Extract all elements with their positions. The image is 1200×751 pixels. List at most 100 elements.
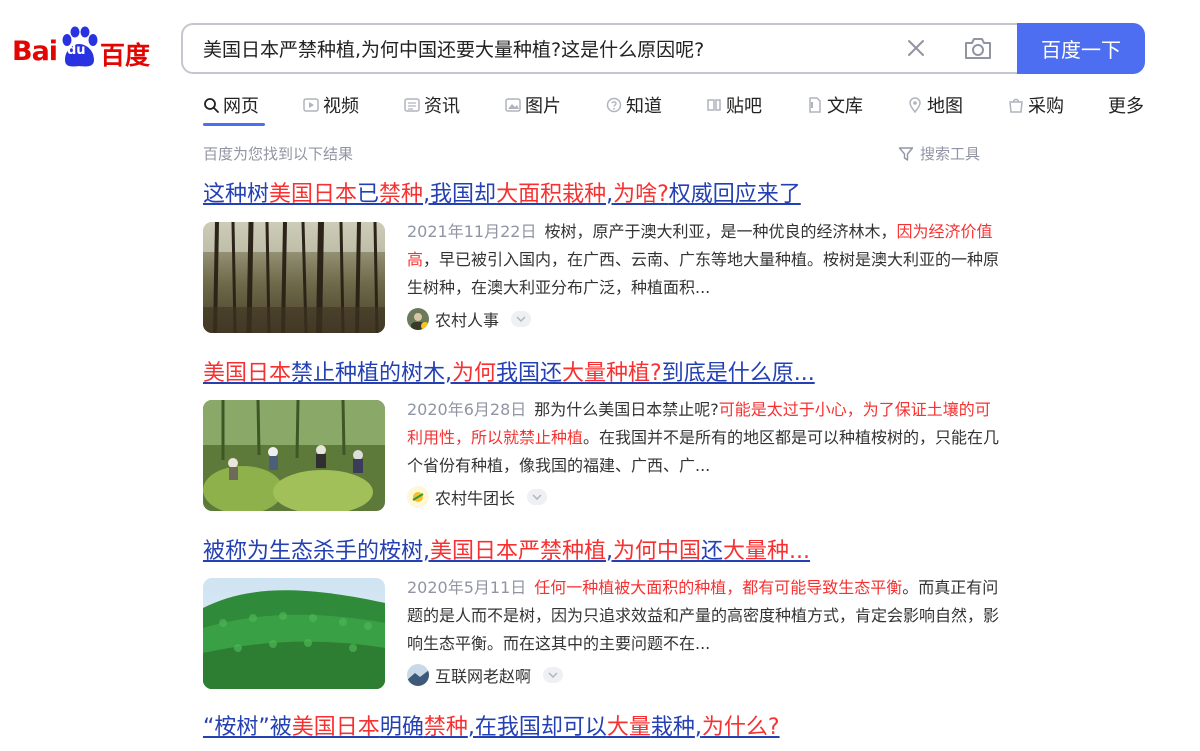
clear-icon[interactable] <box>905 37 927 59</box>
result-title-link[interactable]: 美国日本禁止种植的树木,为何我国还大量种植?到底是什么原... <box>203 359 1003 389</box>
highlighted-keyword: 为何 <box>452 361 497 386</box>
tab-video[interactable]: 视频 <box>303 90 359 120</box>
hillside-plantation-image <box>203 578 385 689</box>
highlighted-keyword: 美国日本 <box>291 715 380 740</box>
text-segment: ,在我国却可以 <box>467 715 607 740</box>
logo-text-du: du <box>67 43 86 58</box>
tab-label: 视频 <box>323 96 359 117</box>
more-options-icon[interactable] <box>511 311 532 327</box>
tab-web[interactable]: 网页 <box>203 90 259 120</box>
tab-wenku[interactable]: 文库 <box>807 90 863 120</box>
text-segment: , <box>694 715 702 740</box>
tab-label: 贴吧 <box>726 96 762 117</box>
result-thumbnail[interactable] <box>203 400 385 511</box>
result-title-link[interactable]: 这种树美国日本已禁种,我国却大面积栽种,为啥?权威回应来了 <box>203 180 1003 210</box>
tab-label: 地图 <box>927 96 963 117</box>
tab-news[interactable]: 资讯 <box>404 90 460 120</box>
tab-more[interactable]: 更多 <box>1108 90 1144 120</box>
highlighted-keyword: 为什么? <box>701 715 780 740</box>
tree-planting-image <box>203 400 385 511</box>
logo-text-bai: Bai <box>12 36 58 67</box>
result-source[interactable]: 互联网老赵啊 <box>407 663 564 687</box>
text-segment: 已 <box>357 182 380 207</box>
text-segment: 被称为生态杀手的桉树, <box>203 539 430 564</box>
source-name: 农村人事 <box>435 311 500 330</box>
tieba-icon <box>707 99 721 111</box>
result-source[interactable]: 农村人事 <box>407 307 532 331</box>
text-segment: 还 <box>701 539 724 564</box>
result-thumbnail[interactable] <box>203 222 385 333</box>
tab-tieba[interactable]: 贴吧 <box>706 90 762 120</box>
highlighted-keyword: 大量 <box>606 715 651 740</box>
tab-label: 文库 <box>827 96 863 117</box>
result-abstract: 2020年5月11日 任何一种植被大面积的种植，都有可能导致生态平衡。而真正有问题… <box>407 574 1001 658</box>
search-icon <box>204 98 219 113</box>
camera-icon[interactable] <box>963 36 993 61</box>
search-input[interactable] <box>203 25 883 72</box>
highlighted-keyword: 大量种... <box>723 539 811 564</box>
search-tools-button[interactable]: 搜索工具 <box>898 143 980 164</box>
text-segment: 这种树 <box>203 182 270 207</box>
tab-map[interactable]: 地图 <box>907 90 963 120</box>
result-title-link[interactable]: “桉树”被美国日本明确禁种,在我国却可以大量栽种,为什么? <box>203 713 1003 743</box>
text-segment: 明确 <box>379 715 424 740</box>
video-icon <box>303 98 319 112</box>
tab-purchase[interactable]: 采购 <box>1008 90 1064 120</box>
result-title-link[interactable]: 被称为生态杀手的桉树,美国日本严禁种植,为何中国还大量种... <box>203 537 1003 567</box>
logo-text-baidu-cn: 百度 <box>100 41 151 70</box>
highlighted-keyword: 美国日本 <box>269 182 358 207</box>
highlighted-keyword: 为何中国 <box>613 539 702 564</box>
highlighted-keyword: 大量种植? <box>562 361 662 386</box>
tab-label: 更多 <box>1108 96 1144 117</box>
result-item: 被称为生态杀手的桉树,美国日本严禁种植,为何中国还大量种... 2020年5月1… <box>203 537 1003 689</box>
tab-label: 资讯 <box>424 96 460 117</box>
search-tabs: 网页 视频 资讯 图片 知道 贴吧 文库 地图 采购 更多 <box>203 90 1163 126</box>
text-segment: ，早已被引入国内，在广西、云南、广东等地大量种植。桉树是澳大利亚的一种原生树种，… <box>407 250 1000 297</box>
eucalyptus-forest-image <box>203 222 385 333</box>
source-name: 互联网老赵啊 <box>435 667 532 686</box>
search-button[interactable]: 百度一下 <box>1017 23 1145 74</box>
more-options-icon[interactable] <box>527 489 548 505</box>
text-segment: “桉树”被 <box>203 715 292 740</box>
result-source[interactable]: 农村牛团长 <box>407 485 548 509</box>
result-date: 2021年11月22日 <box>407 222 537 241</box>
text-segment: 到底是什么原... <box>661 361 815 386</box>
search-box <box>181 23 1017 74</box>
result-abstract: 2021年11月22日 桉树，原产于澳大利亚，是一种优良的经济林木，因为经济价值高… <box>407 218 1001 302</box>
tab-images[interactable]: 图片 <box>505 90 561 120</box>
avatar <box>407 308 429 330</box>
tab-label: 知道 <box>626 96 662 117</box>
result-date: 2020年5月11日 <box>407 578 527 597</box>
news-icon <box>404 98 420 112</box>
result-date: 2020年6月28日 <box>407 400 527 419</box>
text-segment: ,我国却 <box>423 182 497 207</box>
filter-icon <box>898 146 914 161</box>
highlighted-keyword: 禁种 <box>423 715 468 740</box>
result-abstract: 2020年6月28日 那为什么美国日本禁止呢?可能是太过于小心，为了保证土壤的可利… <box>407 396 1001 480</box>
map-icon <box>909 97 921 113</box>
result-thumbnail[interactable] <box>203 578 385 689</box>
text-segment: , <box>606 539 614 564</box>
highlighted-keyword: 美国日本 <box>203 361 292 386</box>
highlighted-keyword: 为啥? <box>613 182 669 207</box>
result-count: 百度为您找到以下结果 <box>203 145 354 163</box>
highlighted-keyword: 任何一种植被大面积的种植，都有可能导致生态平衡 <box>534 578 903 597</box>
highlighted-keyword: 大面积栽种 <box>496 182 607 207</box>
highlighted-keyword: 禁种 <box>379 182 424 207</box>
avatar <box>407 486 429 508</box>
avatar <box>407 664 429 686</box>
tab-label: 采购 <box>1028 96 1064 117</box>
baidu-logo[interactable]: Bai du 百度 <box>12 24 162 74</box>
tab-label: 网页 <box>223 96 259 117</box>
tab-zhidao[interactable]: 知道 <box>606 90 662 120</box>
result-item: 这种树美国日本已禁种,我国却大面积栽种,为啥?权威回应来了 2021年11月22… <box>203 180 1003 333</box>
search-tools-label: 搜索工具 <box>920 145 981 163</box>
question-icon <box>606 97 622 113</box>
doc-icon <box>809 97 821 113</box>
text-segment: 栽种 <box>650 715 695 740</box>
text-segment: 那为什么美国日本禁止呢? <box>534 400 719 419</box>
shopping-icon <box>1009 98 1023 113</box>
text-segment: 桉树，原产于澳大利亚，是一种优良的经济林木， <box>544 222 897 241</box>
more-options-icon[interactable] <box>543 667 564 683</box>
result-item: 美国日本禁止种植的树木,为何我国还大量种植?到底是什么原... 2020年6月2… <box>203 359 1003 511</box>
